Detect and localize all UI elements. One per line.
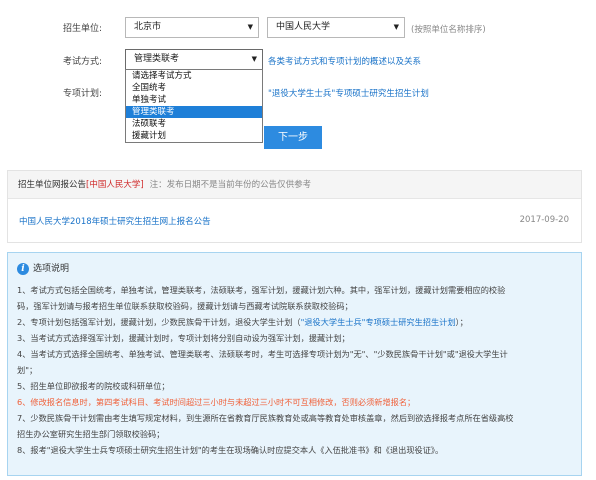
exam-option[interactable]: 援藏计划 [126, 130, 262, 142]
unit-label: 招生单位: [62, 24, 102, 34]
note-line-tail: ）； [455, 317, 468, 327]
note-line: 码，强军计划请与报考招生单位联系获取校验码，援藏计划请与西藏考试院联系获取校验码… [17, 301, 353, 311]
note-line: 划"； [17, 365, 38, 375]
announcement-item-link[interactable]: 中国人民大学2018年硕士研究生招生网上报名公告 [19, 215, 211, 227]
note-line-text: 2、专项计划包括强军计划，援藏计划，少数民族骨干计划，退役大学生计划（ [17, 317, 301, 327]
school-select[interactable]: 中国人民大学 ▼ [267, 17, 405, 38]
announcement-title: 招生单位网报公告 [18, 180, 87, 190]
exam-label: 考试方式: [62, 57, 102, 67]
exam-option[interactable]: 请选择考试方式 [126, 70, 262, 82]
next-button[interactable]: 下一步 [264, 126, 322, 149]
school-value: 中国人民大学 [276, 22, 331, 32]
exam-option-selected[interactable]: 管理类联考 [126, 106, 262, 118]
exam-method-select[interactable]: 管理类联考 ▼ [125, 49, 263, 70]
province-select[interactable]: 北京市 ▼ [125, 17, 259, 38]
exam-option[interactable]: 法硕联考 [126, 118, 262, 130]
caret-down-icon: ▼ [247, 23, 253, 31]
notes-title: 选项说明 [33, 264, 70, 274]
note-line: 4、当考试方式选择全国统考、单独考试、管理类联考、法硕联考时，考生可选择专项计划… [17, 349, 508, 359]
announcement-unit[interactable]: [中国人民大学] [86, 180, 144, 190]
caret-down-icon: ▼ [251, 55, 257, 63]
exam-method-value: 管理类联考 [134, 54, 180, 64]
announcement-note: 注：发布日期不是当前年份的公告仅供参考 [149, 180, 312, 190]
note-line: 1、考试方式包括全国统考，单独考试，管理类联考，法硕联考，强军计划，援藏计划六种… [17, 285, 506, 295]
note-line: 招生办公室研究生招生部门领取校验码； [17, 429, 165, 439]
exam-method-dropdown: 请选择考试方式 全国统考 单独考试 管理类联考 法硕联考 援藏计划 [125, 69, 263, 143]
announcement-item-date: 2017-09-20 [519, 215, 569, 225]
note-line: 5、招生单位即欲报考的院校或科研单位； [17, 381, 170, 391]
plan-label: 专项计划: [62, 89, 102, 99]
note-line: 3、当考试方式选择强军计划，援藏计划时，专项计划将分别自动设为强军计划，援藏计划… [17, 333, 350, 343]
veteran-plan-inline-link[interactable]: "退役大学生士兵"专项硕士研究生招生计划 [301, 317, 456, 327]
exam-overview-link[interactable]: 各类考试方式和专项计划的概述以及关系 [268, 55, 421, 67]
note-line-warning: 6、修改报名信息时，第四考试科目、考试时间超过三小时与未超过三小时不可互相修改，… [17, 397, 416, 407]
announcement-header: 招生单位网报公告[中国人民大学] 注：发布日期不是当前年份的公告仅供参考 [8, 171, 581, 199]
caret-down-icon: ▼ [393, 23, 399, 31]
exam-option[interactable]: 单独考试 [126, 94, 262, 106]
options-notes-panel: i 选项说明 1、考试方式包括全国统考，单独考试，管理类联考，法硕联考，强军计划，… [7, 252, 582, 476]
announcement-panel: 招生单位网报公告[中国人民大学] 注：发布日期不是当前年份的公告仅供参考 中国人民… [7, 170, 582, 243]
exam-option[interactable]: 全国统考 [126, 82, 262, 94]
info-icon: i [17, 262, 29, 275]
note-line: 7、少数民族骨干计划需由考生填写规定材料，到生源所在省教育厅民族教育处或高等教育… [17, 413, 514, 423]
province-value: 北京市 [134, 22, 162, 32]
school-sort-hint: (按照单位名称排序) [411, 25, 486, 35]
notes-header: i 选项说明 [17, 261, 572, 277]
note-line: 8、报考"退役大学生士兵专项硕士研究生招生计划"的考生在现场确认时应提交本人《入… [17, 445, 444, 455]
veteran-plan-link[interactable]: "退役大学生士兵"专项硕士研究生招生计划 [268, 87, 429, 99]
note-line: 2、专项计划包括强军计划，援藏计划，少数民族骨干计划，退役大学生计划（"退役大学… [17, 314, 572, 330]
